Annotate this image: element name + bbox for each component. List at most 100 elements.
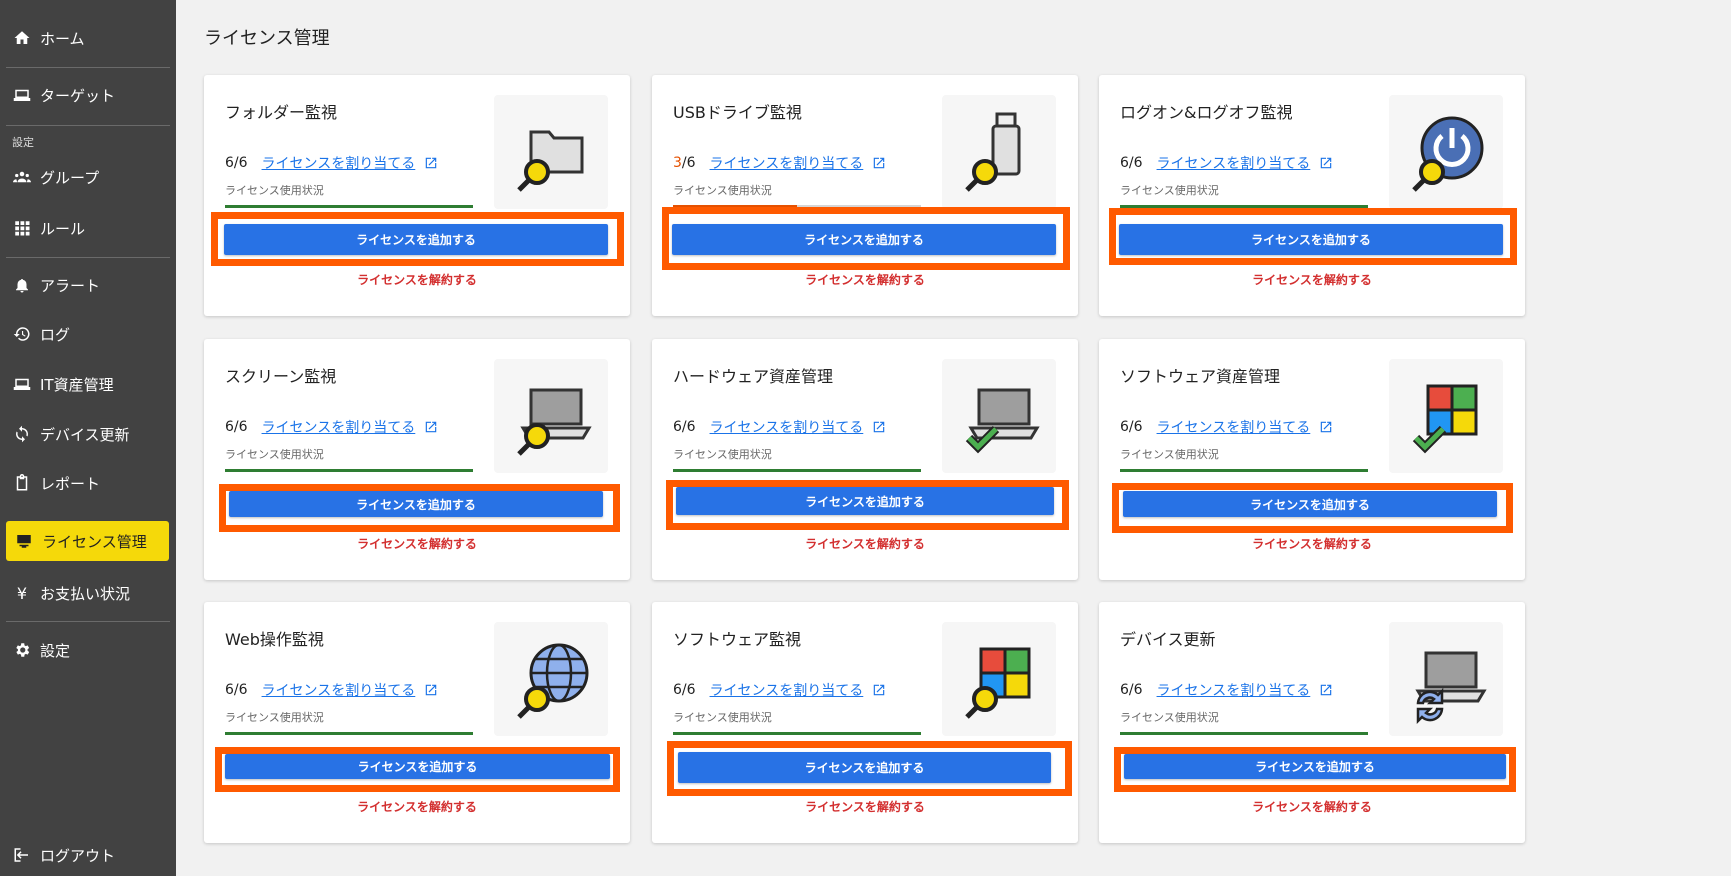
assign-license-link[interactable]: ライセンスを割り当てる: [710, 153, 864, 173]
sidebar-item-log[interactable]: ログ: [0, 314, 176, 354]
assign-license-link[interactable]: ライセンスを割り当てる: [1157, 417, 1311, 437]
add-license-button[interactable]: ライセンスを追加する: [229, 491, 603, 517]
license-total: /6: [681, 682, 696, 698]
assign-license-link[interactable]: ライセンスを割り当てる: [1157, 680, 1311, 700]
sidebar-item-license[interactable]: ライセンス管理: [6, 521, 169, 561]
sidebar-item-label: ルール: [40, 219, 86, 238]
add-license-button[interactable]: ライセンスを追加する: [225, 754, 610, 779]
external-link-icon[interactable]: [424, 683, 438, 697]
cancel-license-link[interactable]: ライセンスを解約する: [652, 535, 1078, 552]
sidebar-item-home[interactable]: ホーム: [0, 18, 176, 58]
license-count: 6/6: [225, 682, 248, 698]
sidebar-item-label: ログ: [40, 325, 71, 344]
sidebar-item-device-update[interactable]: デバイス更新: [0, 414, 176, 454]
license-used: 6: [673, 682, 682, 698]
add-license-button[interactable]: ライセンスを追加する: [672, 224, 1056, 255]
external-link-icon[interactable]: [1319, 420, 1333, 434]
laptop-check-icon: [942, 359, 1056, 473]
usage-label: ライセンス使用状況: [225, 448, 324, 461]
logout-icon: [12, 845, 32, 865]
sidebar-item-it-asset[interactable]: IT資産管理: [0, 364, 176, 404]
home-icon: [12, 28, 32, 48]
sidebar-item-group[interactable]: グループ: [0, 157, 176, 197]
assign-license-link[interactable]: ライセンスを割り当てる: [710, 417, 864, 437]
windows-check-icon: [1389, 359, 1503, 473]
bell-icon: [12, 275, 32, 295]
sidebar-item-settings[interactable]: 設定: [0, 630, 176, 670]
sidebar-item-label: IT資産管理: [40, 375, 114, 394]
add-license-button[interactable]: ライセンスを追加する: [678, 752, 1051, 783]
sidebar-item-payment[interactable]: ¥ お支払い状況: [0, 573, 176, 613]
license-count-row: 6/6 ライセンスを割り当てる: [225, 417, 438, 437]
usage-bar-fill: [1120, 469, 1368, 472]
card-title: USBドライブ監視: [673, 103, 802, 122]
sidebar-item-label: お支払い状況: [40, 584, 131, 603]
cancel-license-link[interactable]: ライセンスを解約する: [204, 535, 630, 552]
add-license-button[interactable]: ライセンスを追加する: [676, 487, 1054, 515]
sync-icon: [12, 424, 32, 444]
cancel-license-link[interactable]: ライセンスを解約する: [1099, 535, 1525, 552]
license-used: 6: [225, 155, 234, 171]
external-link-icon[interactable]: [424, 420, 438, 434]
license-total: /6: [1128, 155, 1143, 171]
folder-search-icon: [494, 95, 608, 209]
sidebar-item-label: グループ: [40, 168, 100, 187]
card-icon: [14, 531, 34, 551]
assign-license-link[interactable]: ライセンスを割り当てる: [262, 153, 416, 173]
power-search-icon: [1389, 95, 1503, 209]
license-count-row: 6/6 ライセンスを割り当てる: [1120, 680, 1333, 700]
external-link-icon[interactable]: [872, 420, 886, 434]
usage-bar-fill: [1120, 732, 1368, 735]
license-used: 6: [225, 682, 234, 698]
assign-license-link[interactable]: ライセンスを割り当てる: [262, 417, 416, 437]
sidebar-item-report[interactable]: レポート: [0, 463, 176, 503]
license-count: 6/6: [673, 419, 696, 435]
license-count: 6/6: [1120, 419, 1143, 435]
cancel-license-link[interactable]: ライセンスを解約する: [652, 798, 1078, 815]
add-license-button[interactable]: ライセンスを追加する: [224, 224, 608, 255]
usage-bar: [225, 205, 473, 208]
assign-license-link[interactable]: ライセンスを割り当てる: [1157, 153, 1311, 173]
usage-bar: [225, 469, 473, 472]
usage-bar: [225, 732, 473, 735]
clipboard-icon: [12, 473, 32, 493]
external-link-icon[interactable]: [1319, 156, 1333, 170]
license-used: 6: [1120, 419, 1129, 435]
sidebar-item-logout[interactable]: ログアウト: [0, 835, 176, 875]
sidebar-item-target[interactable]: ターゲット: [0, 75, 176, 115]
usage-label: ライセンス使用状況: [1120, 184, 1219, 197]
sidebar-item-rule[interactable]: ルール: [0, 208, 176, 248]
add-license-button[interactable]: ライセンスを追加する: [1123, 491, 1497, 517]
divider: [6, 621, 170, 622]
laptop-sync-icon: [1389, 622, 1503, 736]
add-license-button[interactable]: ライセンスを追加する: [1119, 224, 1503, 255]
external-link-icon[interactable]: [872, 683, 886, 697]
external-link-icon[interactable]: [1319, 683, 1333, 697]
divider: [6, 67, 170, 68]
assign-license-link[interactable]: ライセンスを割り当てる: [262, 680, 416, 700]
cancel-license-link[interactable]: ライセンスを解約する: [652, 271, 1078, 288]
page-title: ライセンス管理: [204, 28, 330, 49]
card-title: デバイス更新: [1120, 630, 1216, 649]
license-count-row: 6/6 ライセンスを割り当てる: [673, 417, 886, 437]
external-link-icon[interactable]: [872, 156, 886, 170]
sidebar-item-alert[interactable]: アラート: [0, 265, 176, 305]
sidebar-item-label: ターゲット: [40, 86, 116, 105]
license-card-folder: フォルダー監視 6/6 ライセンスを割り当てる ライセンス使用状況 ライセンスを…: [204, 75, 630, 316]
cancel-license-link[interactable]: ライセンスを解約する: [204, 271, 630, 288]
divider: [6, 125, 170, 126]
license-count-row: 6/6 ライセンスを割り当てる: [1120, 153, 1333, 173]
add-license-button[interactable]: ライセンスを追加する: [1124, 754, 1506, 779]
card-title: スクリーン監視: [225, 367, 337, 386]
external-link-icon[interactable]: [424, 156, 438, 170]
usage-label: ライセンス使用状況: [225, 184, 324, 197]
assign-license-link[interactable]: ライセンスを割り当てる: [710, 680, 864, 700]
license-count: 6/6: [225, 419, 248, 435]
cancel-license-link[interactable]: ライセンスを解約する: [1099, 798, 1525, 815]
cancel-license-link[interactable]: ライセンスを解約する: [204, 798, 630, 815]
license-used: 6: [1120, 682, 1129, 698]
license-card-web: Web操作監視 6/6 ライセンスを割り当てる ライセンス使用状況 ライセンスを…: [204, 602, 630, 843]
laptop-icon: [12, 374, 32, 394]
divider: [6, 257, 170, 258]
cancel-license-link[interactable]: ライセンスを解約する: [1099, 271, 1525, 288]
